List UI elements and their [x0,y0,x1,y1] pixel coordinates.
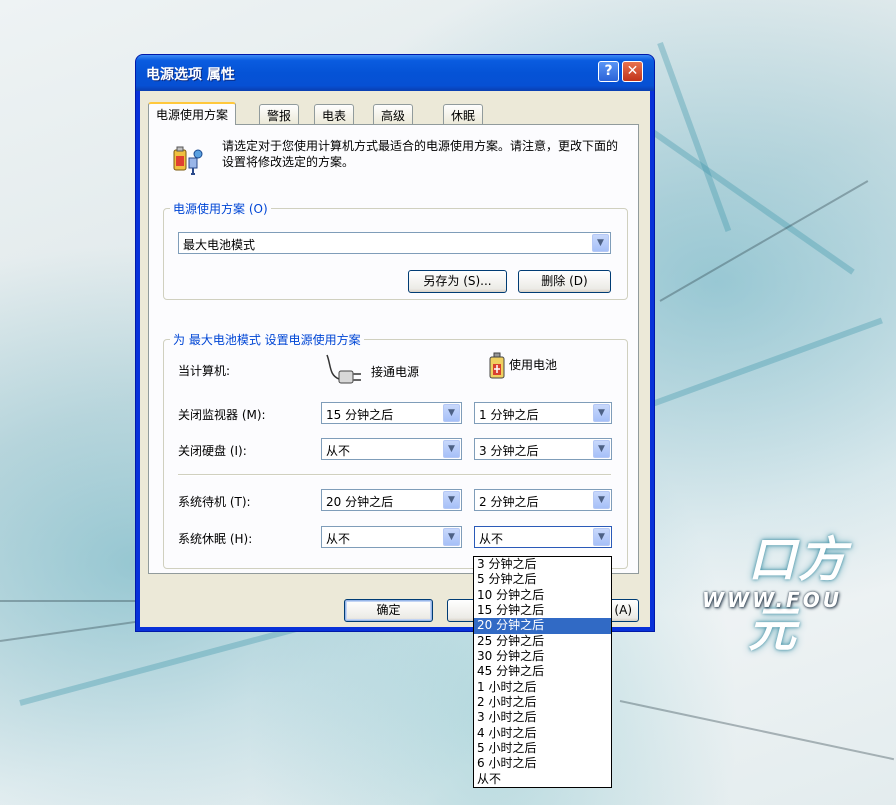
standby-ac-value: 20 分钟之后 [326,495,394,509]
tab-hibernate[interactable]: 休眠 [443,104,484,124]
hard-disk-off-battery-value: 3 分钟之后 [479,444,539,458]
wallpaper-url: WWW.FOU [702,588,842,612]
chevron-down-icon[interactable]: ▼ [593,440,610,458]
hard-disk-off-label: 关闭硬盘 (I): [178,444,247,458]
dropdown-option[interactable]: 3 分钟之后 [474,557,611,572]
dialog-client-area: 电源使用方案 警报 电表 高级 休眠 请选定对于您使用计算机方式最适合的电源使用… [140,91,650,627]
dropdown-option[interactable]: 10 分钟之后 [474,588,611,603]
dropdown-option[interactable]: 25 分钟之后 [474,634,611,649]
dropdown-option-highlighted[interactable]: 20 分钟之后 [474,618,611,634]
tab-page-power-schemes: 请选定对于您使用计算机方式最适合的电源使用方案。请注意，更改下面的设置将修改选定… [148,124,639,574]
monitor-off-battery-select[interactable]: 1 分钟之后 ▼ [474,402,612,424]
hibernate-battery-select[interactable]: 从不 ▼ [474,526,612,548]
chevron-down-icon[interactable]: ▼ [593,491,610,509]
hibernate-battery-dropdown-list[interactable]: 3 分钟之后 5 分钟之后 10 分钟之后 15 分钟之后 20 分钟之后 25… [473,556,612,789]
chevron-down-icon[interactable]: ▼ [443,404,460,422]
ac-power-label: 接通电源 [371,365,420,379]
intro-text: 请选定对于您使用计算机方式最适合的电源使用方案。请注意，更改下面的设置将修改选定… [222,139,619,169]
dropdown-option[interactable]: 从不 [474,772,611,787]
save-as-button[interactable]: 另存为 (S)... [408,270,507,293]
chevron-down-icon[interactable]: ▼ [443,528,460,546]
dropdown-option[interactable]: 45 分钟之后 [474,664,611,679]
chevron-down-icon[interactable]: ▼ [593,404,610,422]
monitor-off-battery-value: 1 分钟之后 [479,408,539,422]
standby-ac-select[interactable]: 20 分钟之后 ▼ [321,489,462,511]
power-scheme-icon [173,146,203,175]
dropdown-option[interactable]: 5 分钟之后 [474,572,611,587]
power-scheme-value: 最大电池模式 [183,238,256,252]
hard-disk-off-ac-select[interactable]: 从不 ▼ [321,438,462,460]
standby-label: 系统待机 (T): [178,495,251,509]
tab-alarms[interactable]: 警报 [259,104,300,124]
power-scheme-legend: 电源使用方案 (O) [173,202,268,216]
hard-disk-off-ac-value: 从不 [326,444,351,458]
power-scheme-select[interactable]: 最大电池模式 ▼ [178,232,611,254]
scheme-settings-legend: 为 最大电池模式 设置电源使用方案 [173,333,361,347]
dropdown-option[interactable]: 1 小时之后 [474,680,611,695]
hibernate-battery-value: 从不 [479,532,504,546]
tab-power-schemes[interactable]: 电源使用方案 [148,102,237,125]
title-bar[interactable]: 电源选项 属性 ? ✕ [136,55,654,91]
chevron-down-icon[interactable]: ▼ [592,234,609,252]
dropdown-option[interactable]: 3 小时之后 [474,710,611,725]
tab-power-meter[interactable]: 电表 [314,104,355,124]
monitor-off-ac-select[interactable]: 15 分钟之后 ▼ [321,402,462,424]
hibernate-ac-value: 从不 [326,532,351,546]
help-button[interactable]: ? [598,61,619,82]
power-options-dialog: 电源选项 属性 ? ✕ 电源使用方案 警报 电表 高级 休眠 请选定对于您使用计… [135,54,655,632]
monitor-off-ac-value: 15 分钟之后 [326,408,394,422]
battery-icon [489,352,505,379]
dropdown-option[interactable]: 15 分钟之后 [474,603,611,618]
chevron-down-icon[interactable]: ▼ [443,440,460,458]
separator [178,474,611,476]
chevron-down-icon[interactable]: ▼ [443,491,460,509]
standby-battery-value: 2 分钟之后 [479,495,539,509]
hard-disk-off-battery-select[interactable]: 3 分钟之后 ▼ [474,438,612,460]
hibernate-ac-select[interactable]: 从不 ▼ [321,526,462,548]
dropdown-option[interactable]: 6 小时之后 [474,756,611,771]
power-plug-icon [326,354,361,384]
when-computer-label: 当计算机: [178,364,231,378]
ok-button[interactable]: 确定 [344,599,433,622]
delete-button[interactable]: 删除 (D) [518,270,611,293]
monitor-off-label: 关闭监视器 (M): [178,408,266,422]
dropdown-option[interactable]: 5 小时之后 [474,741,611,756]
standby-battery-select[interactable]: 2 分钟之后 ▼ [474,489,612,511]
window-title: 电源选项 属性 [146,67,235,83]
chevron-down-icon[interactable]: ▼ [593,528,610,546]
battery-label: 使用电池 [509,358,558,372]
dropdown-option[interactable]: 30 分钟之后 [474,649,611,664]
hibernate-label: 系统休眠 (H): [178,532,253,546]
dropdown-option[interactable]: 2 小时之后 [474,695,611,710]
tab-advanced[interactable]: 高级 [373,104,414,124]
dropdown-option[interactable]: 4 小时之后 [474,726,611,741]
close-button[interactable]: ✕ [622,61,643,82]
